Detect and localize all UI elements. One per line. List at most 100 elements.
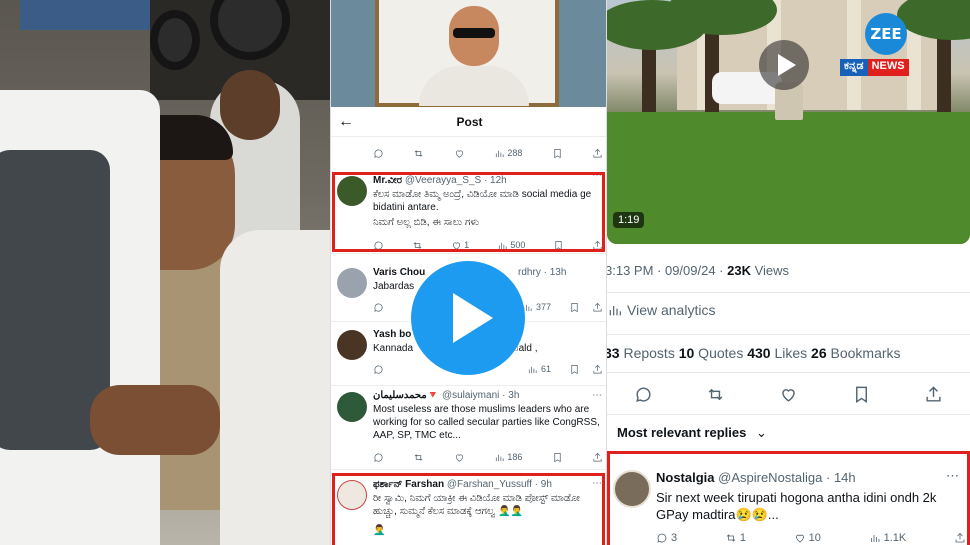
- background-person-head: [220, 70, 280, 140]
- analytics-label: View analytics: [627, 302, 716, 318]
- more-options-icon[interactable]: ⋯: [592, 390, 602, 401]
- engagement-stats: 33 Reposts 10 Quotes 430 Likes 26 Bookma…: [607, 345, 901, 361]
- repost-icon[interactable]: [413, 452, 424, 463]
- divider: [607, 292, 970, 293]
- like-icon[interactable]: [454, 148, 465, 159]
- views-value: 186: [507, 452, 523, 462]
- share-icon[interactable]: [592, 302, 603, 313]
- like-icon[interactable]: [779, 385, 798, 404]
- quotes-label[interactable]: Quotes: [694, 345, 747, 361]
- avatar[interactable]: [337, 330, 367, 360]
- views-count[interactable]: 288: [494, 148, 523, 159]
- reply-author-name[interactable]: Nostalgia: [656, 470, 715, 485]
- bookmark-icon[interactable]: [552, 452, 563, 463]
- reply-sort-label: Most relevant replies: [617, 425, 747, 440]
- repost-icon[interactable]: [706, 385, 725, 404]
- video-player[interactable]: 1:19 ZEE ಕನ್ನಡ NEWS: [607, 0, 970, 244]
- bookmarks-count[interactable]: 26: [811, 345, 827, 361]
- reply-action-row: 3 1 10 1.1K: [656, 532, 966, 544]
- highlighted-reply[interactable]: Nostalgia @AspireNostaliga · 14h ⋯ Sir n…: [607, 451, 970, 545]
- tweet-text-part: Kannada: [373, 343, 414, 354]
- avatar[interactable]: [337, 268, 367, 298]
- play-button[interactable]: [411, 261, 525, 375]
- play-icon: [453, 293, 493, 343]
- reply-icon[interactable]: [373, 364, 384, 375]
- avatar[interactable]: [613, 470, 651, 508]
- back-arrow-icon[interactable]: ←: [331, 113, 361, 131]
- repost-icon[interactable]: [413, 148, 424, 159]
- tweet-detail-panel: 1:19 ZEE ಕನ್ನಡ NEWS 3:13 PM · 09/09/24 ·…: [607, 0, 970, 545]
- pillar: [847, 0, 861, 110]
- tweet-author-name[interactable]: Varis Chou: [373, 267, 425, 278]
- views-value: 288: [507, 148, 523, 158]
- share-icon[interactable]: [924, 385, 943, 404]
- tweet-item[interactable]: محمدسلیمان🔻 @sulaiymani · 3h Most useles…: [331, 386, 606, 470]
- views-value: 1.1K: [883, 532, 907, 544]
- highlight-box: [332, 473, 605, 545]
- tweet-timestamp[interactable]: 3:13 PM · 09/09/24 ·: [607, 263, 727, 278]
- reply-icon[interactable]: [373, 148, 384, 159]
- divider: [607, 414, 970, 415]
- views-count-value: 23K: [727, 263, 751, 278]
- tweet-action-row: 186: [373, 450, 603, 464]
- bookmarks-label[interactable]: Bookmarks: [827, 345, 901, 361]
- reply-sort-dropdown[interactable]: Most relevant replies ⌄: [617, 425, 767, 441]
- tweet-author-name[interactable]: Yash bo: [373, 329, 411, 340]
- zee-news-label: ಕನ್ನಡ NEWS: [840, 59, 909, 76]
- page-title: Post: [456, 114, 483, 129]
- reply-icon[interactable]: 3: [656, 532, 677, 544]
- views-count[interactable]: 377: [522, 302, 551, 313]
- avatar[interactable]: [337, 392, 367, 422]
- share-icon[interactable]: [954, 532, 966, 544]
- share-icon[interactable]: [592, 364, 603, 375]
- replies-value: 3: [671, 532, 678, 544]
- view-analytics-link[interactable]: View analytics: [607, 302, 715, 318]
- views-value: 377: [535, 302, 551, 312]
- quotes-count[interactable]: 10: [679, 345, 695, 361]
- bookmark-icon[interactable]: [552, 148, 563, 159]
- profile-photo-banner: [331, 0, 606, 107]
- like-icon[interactable]: [454, 452, 465, 463]
- zee-brand-right: NEWS: [867, 59, 909, 76]
- bookmark-icon[interactable]: [569, 364, 580, 375]
- analytics-icon: [609, 306, 621, 316]
- reposts-count[interactable]: 33: [607, 345, 620, 361]
- tweet-author-name[interactable]: محمدسلیمان🔻: [373, 390, 439, 401]
- man-arm: [90, 385, 220, 455]
- reply-handle[interactable]: @AspireNostaliga: [718, 470, 822, 485]
- likes-count[interactable]: 430: [747, 345, 770, 361]
- share-icon[interactable]: [592, 148, 603, 159]
- share-icon[interactable]: [592, 452, 603, 463]
- reply-time: · 14h: [822, 470, 856, 485]
- reposts-label[interactable]: Reposts: [620, 345, 679, 361]
- views-count[interactable]: 61: [527, 364, 551, 375]
- likes-label[interactable]: Likes: [771, 345, 811, 361]
- bookmark-icon[interactable]: [569, 302, 580, 313]
- likes-value: 10: [808, 532, 821, 544]
- reply-icon[interactable]: [373, 452, 384, 463]
- tweet-action-row: 288: [373, 146, 603, 160]
- tweet-text: Most useless are those muslims leaders w…: [373, 404, 600, 441]
- reply-icon[interactable]: [634, 385, 653, 404]
- repost-icon[interactable]: 1: [725, 532, 746, 544]
- more-options-icon[interactable]: ⋯: [946, 468, 959, 484]
- views-count[interactable]: 1.1K: [869, 532, 907, 544]
- reply-header: Nostalgia @AspireNostaliga · 14h: [656, 470, 856, 485]
- video-duration: 1:19: [613, 212, 645, 228]
- bookmark-icon[interactable]: [852, 385, 871, 404]
- reply-text: Sir next week tirupati hogona antha idin…: [656, 490, 937, 522]
- tweet-handle[interactable]: rdhry: [518, 267, 541, 278]
- divider: [607, 334, 970, 335]
- views-count[interactable]: 186: [494, 452, 523, 463]
- reply-icon[interactable]: [373, 302, 384, 313]
- tweet-meta: 3:13 PM · 09/09/24 · 23K Views: [607, 263, 789, 278]
- framed-person-body: [419, 66, 529, 106]
- tweet-handle[interactable]: @sulaiymani: [442, 390, 499, 401]
- like-icon[interactable]: 10: [794, 532, 821, 544]
- views-value: 61: [540, 364, 551, 374]
- tweet-time: · 13h: [543, 267, 567, 278]
- play-icon: [777, 54, 796, 76]
- post-header: ← Post: [331, 107, 606, 137]
- chevron-down-icon: ⌄: [755, 425, 767, 440]
- video-play-button[interactable]: [759, 40, 809, 90]
